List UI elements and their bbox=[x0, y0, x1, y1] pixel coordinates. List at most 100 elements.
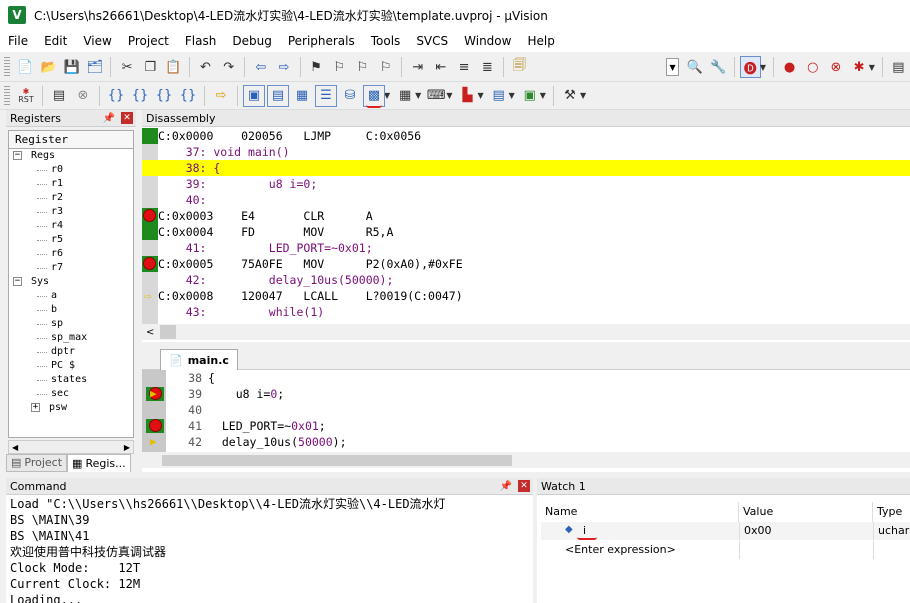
collapse-icon[interactable]: − bbox=[13, 277, 22, 286]
register-tree-item[interactable]: r0 bbox=[9, 163, 133, 177]
register-tree-item[interactable]: − Regs bbox=[9, 149, 133, 163]
register-tree-item[interactable]: r7 bbox=[9, 261, 133, 275]
code-line[interactable]: 41 LED_PORT=~0x01; bbox=[142, 418, 910, 434]
kill-breakpoints-icon[interactable]: ✱ bbox=[849, 56, 870, 78]
command-window-icon[interactable]: ▣ bbox=[243, 84, 265, 107]
chevron-down-icon[interactable]: ▼ bbox=[869, 63, 875, 72]
symbols-window-icon[interactable]: ▦ bbox=[291, 85, 313, 107]
scroll-left-icon[interactable]: < bbox=[146, 327, 154, 338]
source-line[interactable]: 43: while(1) bbox=[142, 304, 910, 320]
code-line[interactable]: 38 { bbox=[142, 370, 910, 386]
find-icon[interactable]: 🔍 bbox=[684, 56, 705, 78]
close-icon[interactable]: ✕ bbox=[121, 112, 133, 124]
register-tree-item[interactable]: sp_max bbox=[9, 331, 133, 345]
enter-expression-label[interactable]: <Enter expression> bbox=[561, 541, 676, 559]
watch-row-value[interactable]: 0x00 bbox=[739, 522, 772, 540]
step-over-icon[interactable]: {} bbox=[129, 85, 151, 107]
register-tree-item[interactable]: b bbox=[9, 303, 133, 317]
find-replace-icon[interactable]: 🔧 bbox=[708, 56, 729, 78]
code-line[interactable]: ▶ 42 delay_10us(50000); bbox=[142, 434, 910, 450]
source-line[interactable]: 37: void main() bbox=[142, 144, 910, 160]
chevron-down-icon[interactable]: ▼ bbox=[540, 91, 546, 100]
scroll-right-icon[interactable]: ▶ bbox=[124, 443, 130, 452]
find-in-files-icon[interactable]: 🗐 bbox=[509, 56, 530, 78]
expand-icon[interactable]: + bbox=[31, 403, 40, 412]
run-to-cursor-icon[interactable]: {} bbox=[177, 85, 199, 107]
menu-window[interactable]: Window bbox=[456, 30, 519, 52]
target-combo-icon[interactable]: ▼ bbox=[665, 58, 680, 76]
source-line[interactable]: 38: { bbox=[142, 160, 910, 176]
system-viewer-icon[interactable]: ▣ bbox=[519, 85, 541, 107]
enable-breakpoint-icon[interactable]: ○ bbox=[802, 56, 823, 78]
step-out-icon[interactable]: {} bbox=[153, 85, 175, 107]
save-all-icon[interactable]: 🗂 bbox=[84, 56, 105, 78]
reset-cpu-button[interactable]: ✱ RST bbox=[15, 85, 37, 107]
breakpoint-icon[interactable] bbox=[149, 419, 162, 432]
open-icon[interactable]: 📂 bbox=[38, 56, 59, 78]
breakpoint-icon[interactable] bbox=[143, 257, 156, 270]
comment-icon[interactable]: ≡ bbox=[454, 56, 475, 78]
chevron-down-icon[interactable]: ▼ bbox=[760, 63, 766, 72]
register-tree-item[interactable]: − Sys bbox=[9, 275, 133, 289]
asm-line[interactable]: C:0x0005 75A0FE MOV P2(0xA0),#0xFE bbox=[142, 256, 910, 272]
uncomment-icon[interactable]: ≣ bbox=[477, 56, 498, 78]
register-tree-item[interactable]: r1 bbox=[9, 177, 133, 191]
disassembly-window-icon[interactable]: ▤ bbox=[267, 84, 289, 107]
menu-view[interactable]: View bbox=[75, 30, 119, 52]
register-tree-item[interactable]: states bbox=[9, 373, 133, 387]
disassembly-horizontal-scrollbar[interactable]: < bbox=[142, 324, 910, 340]
tab-project[interactable]: ▤ Project bbox=[6, 454, 68, 472]
executed-marker[interactable] bbox=[142, 224, 158, 240]
watch-grid[interactable]: Name Value Type ◆ i 0x00 uchar <Enter ex… bbox=[541, 502, 910, 603]
bookmark-prev-icon[interactable]: ⚐ bbox=[329, 56, 350, 78]
command-output[interactable]: Load "C:\\Users\\hs26661\\Desktop\\4-LED… bbox=[6, 496, 533, 603]
menu-file[interactable]: File bbox=[0, 30, 36, 52]
chevron-down-icon[interactable]: ▼ bbox=[477, 91, 483, 100]
menu-help[interactable]: Help bbox=[519, 30, 562, 52]
asm-line[interactable]: C:0x0004 FD MOV R5,A bbox=[142, 224, 910, 240]
watch-row-i[interactable]: ◆ i 0x00 uchar bbox=[541, 522, 910, 540]
registers-tree[interactable]: Register − Regs r0 r1 r2 r3 r4 r5 r6 r7− Sys a b sp sp… bbox=[8, 130, 134, 438]
register-column-header[interactable]: Register bbox=[9, 131, 133, 149]
code-line[interactable]: 40 bbox=[142, 402, 910, 418]
trace-window-icon[interactable]: ▤ bbox=[488, 85, 510, 107]
source-line[interactable]: 40: bbox=[142, 192, 910, 208]
bookmark-icon[interactable]: ⚑ bbox=[306, 56, 327, 78]
register-tree-item[interactable]: r6 bbox=[9, 247, 133, 261]
redo-icon[interactable]: ↷ bbox=[218, 56, 239, 78]
nav-back-icon[interactable]: ⇦ bbox=[250, 56, 271, 78]
scroll-thumb[interactable] bbox=[160, 325, 177, 339]
bookmark-next-icon[interactable]: ⚐ bbox=[352, 56, 373, 78]
watch-window-icon[interactable]: ▩ bbox=[363, 84, 385, 108]
tab-main-c[interactable]: 📄 main.c bbox=[160, 349, 238, 370]
register-tree-item[interactable]: r3 bbox=[9, 205, 133, 219]
collapse-icon[interactable]: − bbox=[13, 151, 22, 160]
serial-window-icon[interactable]: ⌨ bbox=[425, 85, 447, 107]
registers-horizontal-scrollbar[interactable]: ◀ ▶ bbox=[8, 440, 134, 454]
chevron-down-icon[interactable]: ▼ bbox=[580, 91, 586, 100]
chevron-down-icon[interactable]: ▼ bbox=[415, 91, 421, 100]
unindent-icon[interactable]: ⇤ bbox=[430, 56, 451, 78]
run-icon[interactable]: ▤ bbox=[48, 85, 70, 107]
undo-icon[interactable]: ↶ bbox=[195, 56, 216, 78]
scroll-left-icon[interactable]: ◀ bbox=[12, 443, 18, 452]
pin-icon[interactable]: 📌 bbox=[103, 110, 115, 127]
watch-column-type[interactable]: Type bbox=[873, 502, 910, 522]
source-line[interactable]: 42: delay_10us(50000); bbox=[142, 272, 910, 288]
source-line[interactable]: 41: LED_PORT=~0x01; bbox=[142, 240, 910, 256]
watch-column-name[interactable]: Name bbox=[541, 502, 739, 522]
register-tree-item[interactable]: a bbox=[9, 289, 133, 303]
paste-icon[interactable]: 📋 bbox=[163, 56, 184, 78]
analysis-window-icon[interactable]: ▙ bbox=[456, 85, 478, 107]
asm-line[interactable]: C:0x0000 020056 LJMP C:0x0056 bbox=[142, 128, 910, 144]
register-tree-item[interactable]: dptr bbox=[9, 345, 133, 359]
watch-row-enter-expression[interactable]: <Enter expression> bbox=[541, 541, 910, 559]
chevron-down-icon[interactable]: ▼ bbox=[446, 91, 452, 100]
register-tree-item[interactable]: r5 bbox=[9, 233, 133, 247]
menu-flash[interactable]: Flash bbox=[177, 30, 224, 52]
copy-icon[interactable]: ❐ bbox=[140, 56, 161, 78]
disable-breakpoint-icon[interactable]: ⊗ bbox=[825, 56, 846, 78]
register-tree-item[interactable]: PC $ bbox=[9, 359, 133, 373]
chevron-down-icon[interactable]: ▼ bbox=[509, 91, 515, 100]
register-tree-item[interactable]: + psw bbox=[9, 401, 133, 415]
